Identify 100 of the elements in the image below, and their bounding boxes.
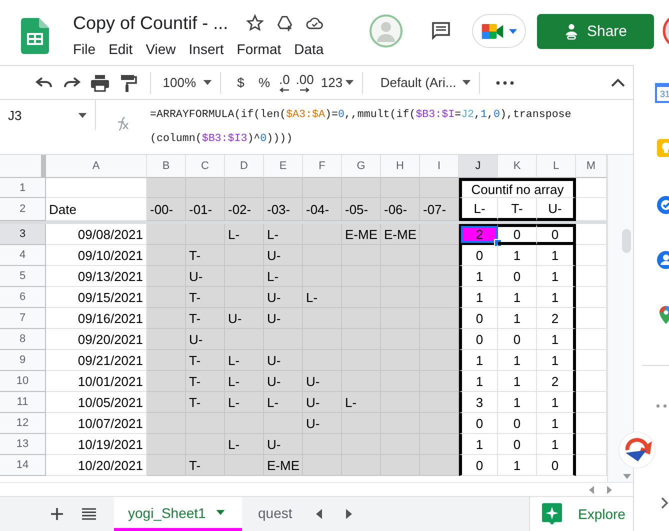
column-header[interactable]: H <box>381 155 420 178</box>
table-cell: T- <box>186 350 225 371</box>
drive-icon[interactable] <box>276 14 294 32</box>
collapse-icon[interactable] <box>610 78 625 87</box>
sheet-tab[interactable]: yogi_Sheet1 <box>114 497 242 531</box>
table-cell: T- <box>186 392 225 413</box>
row-number[interactable]: 9 <box>0 350 46 371</box>
percent-button[interactable]: % <box>252 70 276 96</box>
row-number[interactable]: 1 <box>0 178 46 198</box>
menu-item[interactable]: View <box>146 41 176 57</box>
decrease-decimals-button[interactable]: .0 <box>276 70 293 96</box>
column-header[interactable]: M <box>576 155 607 178</box>
table-cell: T- <box>186 455 225 476</box>
column-header[interactable]: C <box>186 155 225 178</box>
row-number[interactable]: 5 <box>0 266 46 287</box>
row-number[interactable]: 10 <box>0 371 46 392</box>
table-cell: 0 <box>459 308 498 329</box>
print-icon[interactable] <box>90 72 110 92</box>
table-cell: 0 <box>537 455 576 476</box>
row-number[interactable]: 11 <box>0 392 46 413</box>
table-cell: 0 <box>498 266 537 287</box>
table-cell: L- <box>225 434 264 455</box>
row-number[interactable]: 2 <box>0 198 46 221</box>
table-cell <box>147 329 186 350</box>
font-dropdown[interactable]: Default (Ari... <box>376 70 476 96</box>
column-header[interactable]: K <box>498 155 537 178</box>
more-icon[interactable] <box>496 80 514 84</box>
zoom-dropdown[interactable]: 100% <box>158 70 216 96</box>
column-header[interactable]: L <box>537 155 576 178</box>
column-header[interactable]: I <box>420 155 459 178</box>
table-cell <box>147 392 186 413</box>
comment-icon[interactable] <box>430 20 452 42</box>
row-number[interactable]: 14 <box>0 455 46 476</box>
table-cell: T- <box>186 287 225 308</box>
sheet-tab[interactable]: quest <box>242 497 304 531</box>
row-number[interactable]: 4 <box>0 245 46 266</box>
share-button[interactable]: Share <box>537 14 654 48</box>
increase-decimals-button[interactable]: .00 <box>292 70 317 96</box>
table-cell: 1 <box>537 434 576 455</box>
table-cell: 1 <box>537 392 576 413</box>
row-number[interactable]: 13 <box>0 434 46 455</box>
table-cell: L- <box>264 224 303 245</box>
caret-icon <box>462 80 472 85</box>
scroll-down-icon[interactable] <box>623 474 631 479</box>
column-header[interactable]: E <box>264 155 303 178</box>
table-cell: L- <box>225 224 264 245</box>
column-header[interactable]: G <box>342 155 381 178</box>
row-number[interactable]: 3 <box>0 224 46 245</box>
column-header[interactable]: A <box>46 155 147 178</box>
menu-item[interactable]: Format <box>236 41 282 57</box>
table-cell: U- <box>303 413 342 434</box>
table-cell: 1 <box>459 287 498 308</box>
name-box[interactable]: J3 <box>0 100 96 130</box>
scrollbar-thumb[interactable] <box>622 229 631 253</box>
table-cell: 1 <box>498 392 537 413</box>
menu-item[interactable]: File <box>73 41 96 57</box>
expand-icon[interactable] <box>661 497 669 509</box>
table-cell: U- <box>186 266 225 287</box>
table-cell: 1 <box>459 266 498 287</box>
meet-button[interactable] <box>472 14 526 48</box>
table-cell: 1 <box>537 287 576 308</box>
table-cell <box>264 178 303 198</box>
row-number[interactable]: 7 <box>0 308 46 329</box>
scroll-left-icon[interactable] <box>316 509 322 519</box>
table-cell: L- <box>303 287 342 308</box>
add-sheet-icon[interactable] <box>51 508 63 520</box>
table-cell: E-ME <box>264 455 303 476</box>
star-icon[interactable] <box>246 14 264 32</box>
table-cell: -00- <box>147 198 186 221</box>
scroll-right-icon[interactable] <box>346 509 352 519</box>
table-cell <box>147 371 186 392</box>
column-header[interactable]: B <box>147 155 186 178</box>
menu-item[interactable]: Edit <box>108 41 133 57</box>
table-cell: U- <box>264 371 303 392</box>
formula-field[interactable]: =ARRAYFORMULA(if(len($A3:$A)=0,,mmult(if($B3:$I=J2,1,0),transpose (column($B3:$I3)^0)))) <box>150 100 572 151</box>
video-camera-icon <box>481 22 505 40</box>
column-header[interactable]: D <box>225 155 264 178</box>
table-cell: U- <box>303 392 342 413</box>
table-cell: 2 <box>537 308 576 329</box>
scroll-left-icon[interactable] <box>589 486 594 494</box>
paint-format-icon[interactable] <box>118 72 138 92</box>
column-header[interactable]: F <box>303 155 342 178</box>
sheet-list-icon[interactable] <box>82 508 96 520</box>
column-header[interactable]: J <box>459 155 498 178</box>
extension-icon[interactable] <box>618 431 656 469</box>
scroll-right-icon[interactable] <box>607 486 612 494</box>
row-number[interactable]: 6 <box>0 287 46 308</box>
menu-item[interactable]: Data <box>294 41 324 57</box>
table-cell <box>420 308 459 329</box>
row-number[interactable]: 12 <box>0 413 46 434</box>
currency-button[interactable]: $ <box>229 70 252 96</box>
document-title[interactable]: Copy of Countif - ... <box>73 12 228 34</box>
table-cell: L- <box>225 350 264 371</box>
number-format-dropdown[interactable]: 123 <box>316 70 358 96</box>
table-cell: 0 <box>537 224 576 245</box>
row-number[interactable]: 8 <box>0 329 46 350</box>
explore-button[interactable]: Explore <box>529 497 633 531</box>
menu-item[interactable]: Insert <box>188 41 224 57</box>
sheets-logo[interactable] <box>21 18 49 54</box>
right-arrow-icon <box>300 86 310 92</box>
